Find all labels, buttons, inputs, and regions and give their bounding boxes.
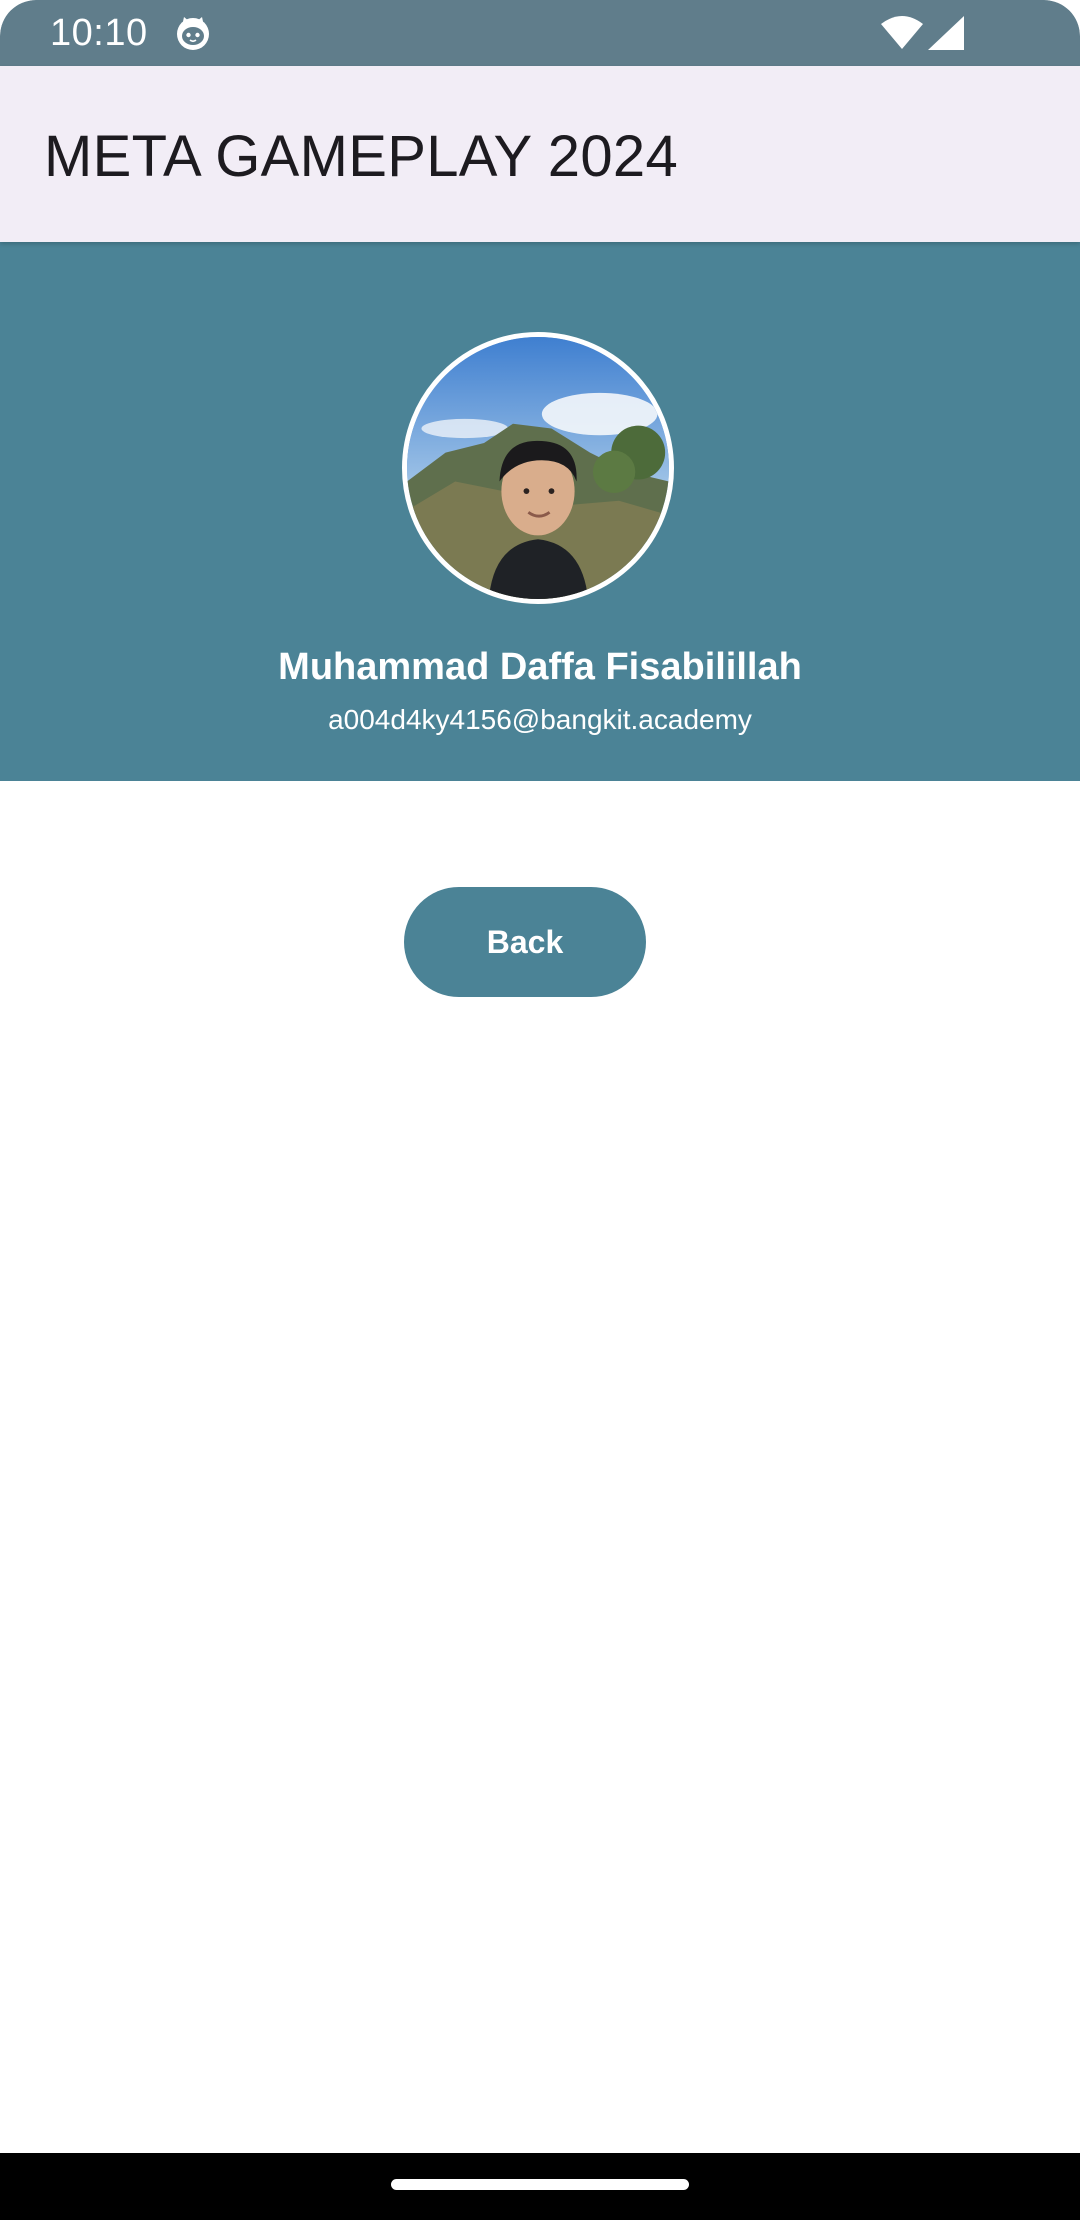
cat-face-icon (174, 14, 212, 52)
wifi-icon (880, 16, 924, 50)
navigation-bar (0, 2153, 1080, 2220)
back-button[interactable]: Back (404, 887, 646, 997)
status-bar: 10:10 (0, 0, 1080, 66)
profile-header: Muhammad Daffa Fisabilillah a004d4ky4156… (0, 242, 1080, 781)
page-title: META GAMEPLAY 2024 (44, 124, 679, 189)
top-app-bar: META GAMEPLAY 2024 (0, 66, 1080, 242)
avatar (402, 332, 674, 604)
gesture-handle[interactable] (391, 2179, 689, 2190)
profile-email: a004d4ky4156@bangkit.academy (328, 704, 752, 735)
cellular-signal-icon (928, 16, 964, 50)
profile-screen: 10:10 META GAMEPLAY 2024 Muhammad Daffa … (0, 0, 1080, 2220)
status-time: 10:10 (50, 12, 148, 54)
profile-name: Muhammad Daffa Fisabilillah (278, 646, 802, 688)
